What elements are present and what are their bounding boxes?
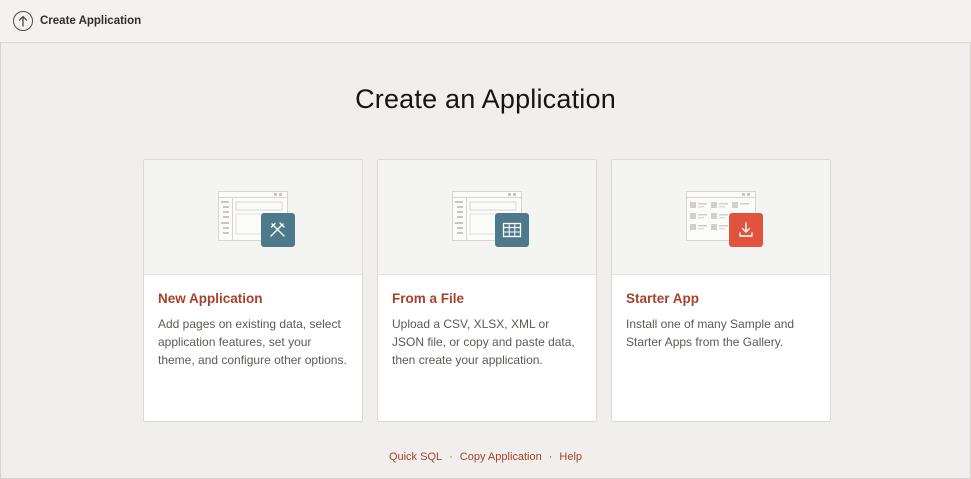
card-title[interactable]: New Application [158,291,348,306]
header-bar: Create Application [0,0,971,43]
quick-sql-link[interactable]: Quick SQL [389,451,442,463]
card-description: Add pages on existing data, select appli… [158,317,347,367]
footer-separator: · [548,451,553,463]
help-link[interactable]: Help [559,451,582,463]
arrow-up-circle-icon[interactable] [13,11,33,31]
header-title: Create Application [40,15,142,27]
card-title[interactable]: Starter App [626,291,816,306]
tools-icon [261,213,295,247]
from-a-file-card[interactable]: From a File Upload a CSV, XLSX, XML or J… [377,159,597,422]
footer-links: Quick SQL · Copy Application · Help [0,451,971,463]
card-illustration [144,160,362,275]
card-description: Install one of many Sample and Starter A… [626,317,795,349]
card-illustration [612,160,830,275]
copy-application-link[interactable]: Copy Application [460,451,542,463]
card-description: Upload a CSV, XLSX, XML or JSON file, or… [392,317,575,367]
download-icon [729,213,763,247]
starter-app-card[interactable]: Starter App Install one of many Sample a… [611,159,831,422]
table-grid-icon [495,213,529,247]
footer-separator: · [449,451,453,463]
page-title: Create an Application [355,84,616,114]
card-title[interactable]: From a File [392,291,582,306]
new-application-card[interactable]: New Application Add pages on existing da… [143,159,363,422]
card-illustration [378,160,596,275]
